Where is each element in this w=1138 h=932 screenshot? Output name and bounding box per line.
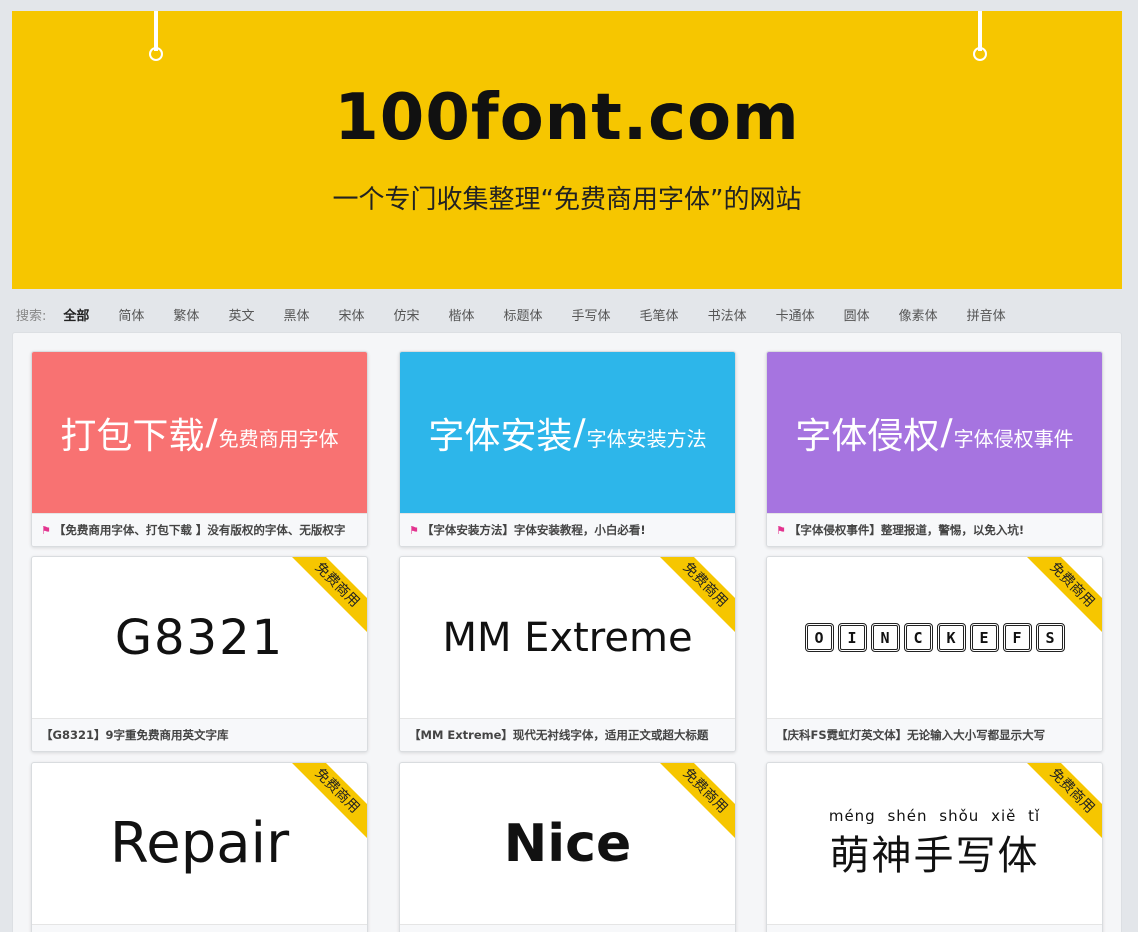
filter-item-kaiti[interactable]: 楷体 <box>449 305 475 324</box>
filter-item-handwriting[interactable]: 手写体 <box>572 305 611 324</box>
hanger-line-left <box>154 11 158 51</box>
specimen-glyph: C <box>903 623 933 652</box>
hanzi-line: 萌神手写体 <box>829 832 1040 879</box>
filter-item-cartoon[interactable]: 卡通体 <box>776 305 815 324</box>
flag-icon: ⚑ <box>776 523 786 537</box>
card-caption: ⚑ 【免费商用字体、打包下载 】没有版权的字体、无版权字 <box>32 513 367 546</box>
filter-item-heiti[interactable]: 黑体 <box>283 305 309 324</box>
site-subtitle: 一个专门收集整理“免费商用字体”的网站 <box>332 185 802 215</box>
category-subtitle: 免费商用字体 <box>218 427 339 451</box>
filter-item-pinyin[interactable]: 拼音体 <box>967 305 1006 324</box>
filter-item-brush[interactable]: 毛笔体 <box>640 305 679 324</box>
filter-item-calligraphy[interactable]: 书法体 <box>708 305 747 324</box>
site-title[interactable]: 100font.com <box>12 81 1122 155</box>
category-banner-install: 字体安装 / 字体安装方法 <box>400 352 735 513</box>
font-card-g8321[interactable]: G8321 免费商用 【G8321】9字重免费商用英文字库 <box>31 556 368 752</box>
specimen-glyph: N <box>870 623 900 652</box>
filter-item-title[interactable]: 标题体 <box>504 305 543 324</box>
filter-item-english[interactable]: 英文 <box>228 305 254 324</box>
site-banner: 100font.com 一个专门收集整理“免费商用字体”的网站 <box>12 11 1122 289</box>
specimen-glyph: E <box>969 623 999 652</box>
filter-item-all[interactable]: 全部 <box>63 305 89 324</box>
card-caption: ⚑ 【字体侵权事件】整理报道，警惕，以免入坑! <box>767 513 1102 546</box>
hanger-ring-left <box>149 47 163 61</box>
specimen-glyph: I <box>837 623 867 652</box>
category-card-infringement[interactable]: 字体侵权 / 字体侵权事件 ⚑ 【字体侵权事件】整理报道，警惕，以免入坑! <box>766 351 1103 547</box>
specimen-glyph: S <box>1035 623 1065 652</box>
font-card-mengshen[interactable]: méng shén shǒu xiě tǐ 萌神手写体 免费商用 <box>766 762 1103 932</box>
font-card-neon[interactable]: OINCKEFS 免费商用 【庆科FS霓虹灯英文体】无论输入大小写都显示大写 <box>766 556 1103 752</box>
category-subtitle: 字体侵权事件 <box>953 427 1074 451</box>
flag-icon: ⚑ <box>409 523 419 537</box>
font-card-mm-extreme[interactable]: MM Extreme 免费商用 【MM Extreme】现代无衬线字体，适用正文… <box>399 556 736 752</box>
hanger-ring-right <box>973 47 987 61</box>
specimen-glyph: O <box>804 623 834 652</box>
font-grid-panel: 打包下载 / 免费商用字体 ⚑ 【免费商用字体、打包下载 】没有版权的字体、无版权字… <box>12 332 1122 932</box>
filter-bar: 搜索: 全部 简体 繁体 英文 黑体 宋体 仿宋 楷体 标题体 手写体 毛笔体 … <box>16 304 1035 324</box>
specimen-glyph: K <box>936 623 966 652</box>
filter-item-traditional[interactable]: 繁体 <box>173 305 199 324</box>
hanger-line-right <box>978 11 982 51</box>
category-card-download[interactable]: 打包下载 / 免费商用字体 ⚑ 【免费商用字体、打包下载 】没有版权的字体、无版权字 <box>31 351 368 547</box>
outline-font-specimen: OINCKEFS <box>804 623 1065 652</box>
filter-item-fangsong[interactable]: 仿宋 <box>393 305 419 324</box>
filter-item-rounded[interactable]: 圆体 <box>844 305 870 324</box>
category-banner-infringement: 字体侵权 / 字体侵权事件 <box>767 352 1102 513</box>
card-caption <box>400 924 735 932</box>
card-caption: 【MM Extreme】现代无衬线字体，适用正文或超大标题 <box>400 718 735 751</box>
font-card-repair[interactable]: Repair 免费商用 <box>31 762 368 932</box>
filter-label: 搜索: <box>16 308 47 324</box>
font-card-nice[interactable]: Nice 免费商用 <box>399 762 736 932</box>
category-subtitle: 字体安装方法 <box>586 427 707 451</box>
category-banner-download: 打包下载 / 免费商用字体 <box>32 352 367 513</box>
card-caption: ⚑ 【字体安装方法】字体安装教程，小白必看! <box>400 513 735 546</box>
card-caption <box>32 924 367 932</box>
card-caption <box>767 924 1102 932</box>
flag-icon: ⚑ <box>41 523 51 537</box>
category-card-install[interactable]: 字体安装 / 字体安装方法 ⚑ 【字体安装方法】字体安装教程，小白必看! <box>399 351 736 547</box>
filter-item-simplified[interactable]: 简体 <box>118 305 144 324</box>
specimen-glyph: F <box>1002 623 1032 652</box>
filter-item-pixel[interactable]: 像素体 <box>899 305 938 324</box>
category-title: 打包下载 <box>60 415 205 457</box>
card-caption: 【庆科FS霓虹灯英文体】无论输入大小写都显示大写 <box>767 718 1102 751</box>
category-title: 字体侵权 <box>795 415 940 457</box>
filter-item-songti[interactable]: 宋体 <box>338 305 364 324</box>
category-title: 字体安装 <box>428 415 573 457</box>
card-caption: 【G8321】9字重免费商用英文字库 <box>32 718 367 751</box>
